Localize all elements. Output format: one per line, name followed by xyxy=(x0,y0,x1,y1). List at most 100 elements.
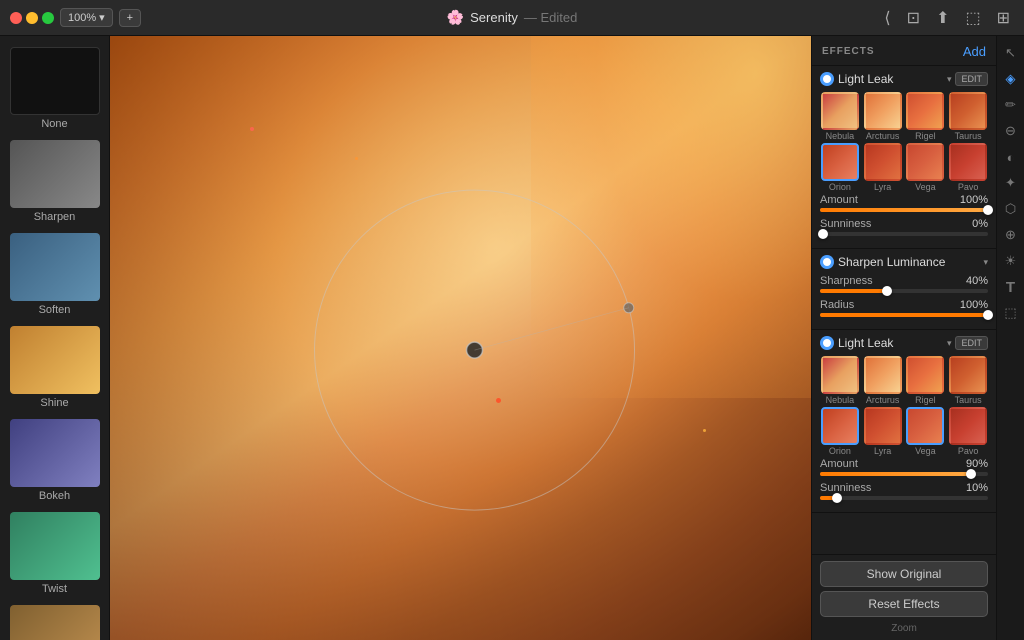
filmstrip-item-soften[interactable]: Soften xyxy=(4,229,105,320)
radius-value: 100% xyxy=(960,299,988,311)
light-leak-overlay xyxy=(531,36,811,398)
light-tool-icon[interactable]: ☀ xyxy=(1000,250,1022,272)
sunniness-slider-track[interactable] xyxy=(820,232,988,236)
amount-slider-track[interactable] xyxy=(820,208,988,212)
heal-tool-icon[interactable]: ✦ xyxy=(1000,172,1022,194)
amount-label: Amount xyxy=(820,194,858,206)
filmstrip-item-none[interactable]: None xyxy=(4,43,105,134)
radius-slider-handle[interactable] xyxy=(983,310,993,320)
preset-3-thumb-rigel[interactable] xyxy=(906,356,944,394)
top-bar-right: ⟨ ⊡ ⬆ ⬚ ⊞ xyxy=(880,6,1014,30)
preset-3-thumb-vega[interactable] xyxy=(906,407,944,445)
amount2-slider-fill xyxy=(820,472,971,476)
text-tool-icon[interactable]: T xyxy=(1000,276,1022,298)
filmstrip-item-shine[interactable]: Shine xyxy=(4,322,105,413)
effect-3-header: Light Leak ▾ EDIT xyxy=(820,336,988,350)
sunniness2-slider-track[interactable] xyxy=(820,496,988,500)
app-logo-icon: 🌸 xyxy=(447,9,464,26)
canvas-area[interactable] xyxy=(110,36,811,640)
preset-col-arcturus: Arcturus xyxy=(863,92,903,141)
preset-3-thumb-arcturus[interactable] xyxy=(864,356,902,394)
gradient-tool-icon[interactable]: ◐ xyxy=(1000,146,1022,168)
preset-3-thumb-taurus[interactable] xyxy=(949,356,987,394)
preset-thumb-orion[interactable] xyxy=(821,143,859,181)
preset-label-rigel: Rigel xyxy=(915,131,936,141)
clone-tool-icon[interactable]: ⊕ xyxy=(1000,224,1022,246)
show-original-button[interactable]: Show Original xyxy=(820,561,988,587)
amount2-slider-track[interactable] xyxy=(820,472,988,476)
settings-icon[interactable]: ⊞ xyxy=(993,6,1014,30)
effects-scroll[interactable]: Light Leak ▾ EDIT Nebula Arcturus xyxy=(812,66,996,554)
preset-thumb-nebula[interactable] xyxy=(821,92,859,130)
amount-slider-handle[interactable] xyxy=(983,205,993,215)
radius-slider-row: Radius 100% xyxy=(820,299,988,311)
zoom-add-button[interactable]: + xyxy=(119,9,141,27)
zoom-chevron: ▾ xyxy=(99,11,105,24)
sunniness2-slider-handle[interactable] xyxy=(832,493,842,503)
sharpness-slider-handle[interactable] xyxy=(882,286,892,296)
preset-thumb-pavo[interactable] xyxy=(949,143,987,181)
select-tool-icon[interactable]: ◈ xyxy=(1000,68,1022,90)
effect-2-toggle[interactable] xyxy=(820,255,834,269)
radius-slider-track[interactable] xyxy=(820,313,988,317)
preset-col-taurus: Taurus xyxy=(948,92,988,141)
sharpness-slider-track[interactable] xyxy=(820,289,988,293)
photo-background xyxy=(110,36,811,640)
effect-2-header: Sharpen Luminance ▾ xyxy=(820,255,988,269)
preset-thumb-rigel[interactable] xyxy=(906,92,944,130)
effect-2-name: Sharpen Luminance xyxy=(838,255,979,269)
effects-title: EFFECTS xyxy=(822,46,875,57)
effect-1-toggle[interactable] xyxy=(820,72,834,86)
filmstrip-item-mandala[interactable]: Mandala xyxy=(4,601,105,640)
preset-thumb-taurus[interactable] xyxy=(949,92,987,130)
filmstrip-label-sharpen: Sharpen xyxy=(34,211,76,223)
export-icon[interactable]: ⬚ xyxy=(961,6,984,30)
paintbrush-icon[interactable]: ⟨ xyxy=(880,6,894,30)
filmstrip-item-bokeh[interactable]: Bokeh xyxy=(4,415,105,506)
sunniness2-value: 10% xyxy=(966,482,988,494)
preset-thumb-arcturus[interactable] xyxy=(864,92,902,130)
zoom-selector[interactable]: 100% ▾ xyxy=(60,8,113,27)
filmstrip-thumb-sharpen xyxy=(10,140,100,208)
preset-col-rigel: Rigel xyxy=(906,92,946,141)
preset-col-pavo: Pavo xyxy=(948,143,988,192)
filmstrip-thumb-none xyxy=(10,47,100,115)
preset-3-thumb-lyra[interactable] xyxy=(864,407,902,445)
effect-1-name: Light Leak xyxy=(838,72,943,86)
cursor-tool-icon[interactable]: ↖ xyxy=(1000,42,1022,64)
add-effect-button[interactable]: Add xyxy=(963,44,986,59)
preset-3-thumb-nebula[interactable] xyxy=(821,356,859,394)
effect-3-edit-button[interactable]: EDIT xyxy=(955,336,988,350)
effect-2-chevron: ▾ xyxy=(983,257,988,268)
eraser-tool-icon[interactable]: ⊖ xyxy=(1000,120,1022,142)
filmstrip-label-none: None xyxy=(41,118,67,130)
preset-col-vega: Vega xyxy=(906,143,946,192)
amount2-label: Amount xyxy=(820,458,858,470)
preset-label-arcturus: Arcturus xyxy=(866,131,900,141)
preset-thumb-lyra[interactable] xyxy=(864,143,902,181)
effect-3-preset-row2: Orion Lyra Vega Pavo xyxy=(820,407,988,456)
effect-1-edit-button[interactable]: EDIT xyxy=(955,72,988,86)
shape-tool-icon[interactable]: ⬚ xyxy=(1000,302,1022,324)
photo-edited-status: — Edited xyxy=(524,10,577,25)
effect-2-toggle-inner xyxy=(823,258,831,266)
effect-section-3: Light Leak ▾ EDIT Nebula Arcturus xyxy=(812,330,996,513)
sunniness-slider-handle[interactable] xyxy=(818,229,828,239)
filmstrip-item-sharpen[interactable]: Sharpen xyxy=(4,136,105,227)
preset-3-thumb-pavo[interactable] xyxy=(949,407,987,445)
radius-label: Radius xyxy=(820,299,854,311)
reset-effects-button[interactable]: Reset Effects xyxy=(820,591,988,617)
amount2-slider-handle[interactable] xyxy=(966,469,976,479)
crop-icon[interactable]: ⊡ xyxy=(903,6,924,30)
preset-thumb-vega[interactable] xyxy=(906,143,944,181)
sunniness2-label: Sunniness xyxy=(820,482,871,494)
bottom-buttons: Show Original Reset Effects Zoom xyxy=(812,554,996,640)
sunniness2-slider-row: Sunniness 10% xyxy=(820,482,988,494)
filmstrip-item-twist[interactable]: Twist xyxy=(4,508,105,599)
brush-tool-icon[interactable]: ✏ xyxy=(1000,94,1022,116)
preset-3-thumb-orion[interactable] xyxy=(821,407,859,445)
retouch-tool-icon[interactable]: ⬡ xyxy=(1000,198,1022,220)
amount2-slider-row: Amount 90% xyxy=(820,458,988,470)
share-icon[interactable]: ⬆ xyxy=(932,6,953,30)
effect-3-toggle[interactable] xyxy=(820,336,834,350)
